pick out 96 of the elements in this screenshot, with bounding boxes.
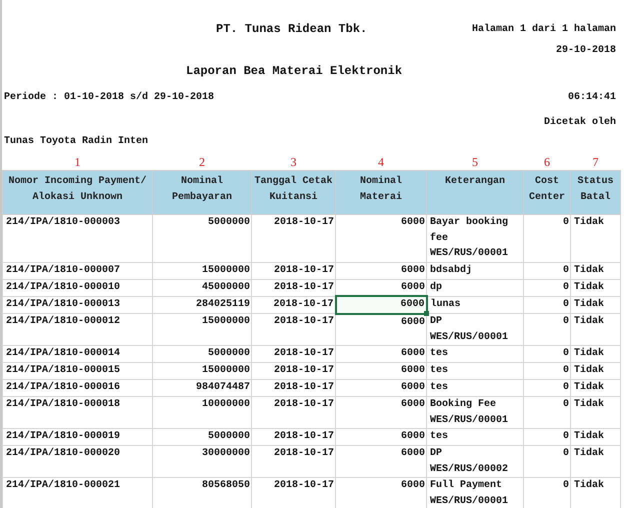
table-cell[interactable]: 15000000	[152, 314, 252, 346]
table-cell[interactable]: Tidak	[570, 396, 620, 428]
table-cell[interactable]: 5000000	[152, 428, 252, 446]
table-cell[interactable]: 6000	[336, 262, 426, 279]
table-cell[interactable]: 2018-10-17	[252, 279, 336, 296]
branch-name: Tunas Toyota Radin Inten	[4, 136, 148, 146]
table-cell[interactable]: 214/IPA/1810-000012	[2, 314, 152, 346]
table-cell[interactable]: 0	[524, 262, 570, 279]
table-cell[interactable]: tes	[426, 362, 524, 380]
report-date: 29-10-2018	[556, 44, 616, 56]
column-number: 6	[544, 155, 550, 169]
table-cell[interactable]: 0	[524, 296, 570, 314]
table-cell[interactable]: 214/IPA/1810-000015	[2, 362, 152, 380]
table-cell[interactable]: 0	[524, 380, 570, 396]
table-cell[interactable]: 6000	[336, 214, 426, 262]
table-cell[interactable]: tes	[426, 380, 524, 396]
column-header[interactable]: Nomor Incoming Payment/ Alokasi Unknown	[2, 170, 152, 214]
table-cell[interactable]: Tidak	[570, 314, 620, 346]
table-cell[interactable]: 214/IPA/1810-000021	[2, 478, 152, 508]
table-cell[interactable]: 15000000	[152, 262, 252, 279]
table-cell[interactable]: 214/IPA/1810-000016	[2, 380, 152, 396]
table-cell[interactable]: 6000	[336, 446, 426, 478]
table-cell[interactable]: 2018-10-17	[252, 214, 336, 262]
table-cell[interactable]: Tidak	[570, 428, 620, 446]
table-cell[interactable]: Tidak	[570, 296, 620, 314]
column-header[interactable]: Nominal Materai	[336, 170, 426, 214]
table-cell[interactable]: 5000000	[152, 346, 252, 362]
table-cell[interactable]: 0	[524, 279, 570, 296]
table-cell[interactable]: 0	[524, 214, 570, 262]
table-cell[interactable]: bdsabdj	[426, 262, 524, 279]
table-cell[interactable]: 0	[524, 314, 570, 346]
table-cell[interactable]: 15000000	[152, 362, 252, 380]
table-cell[interactable]: 6000	[336, 428, 426, 446]
table-cell[interactable]: Tidak	[570, 446, 620, 478]
column-header[interactable]: Cost Center	[524, 170, 570, 214]
table-cell[interactable]: 2018-10-17	[252, 446, 336, 478]
table-cell[interactable]: 6000	[336, 362, 426, 380]
table-cell[interactable]: lunas	[426, 296, 524, 314]
table-cell[interactable]: 2018-10-17	[252, 314, 336, 346]
table-cell[interactable]: Tidak	[570, 380, 620, 396]
table-cell[interactable]: Tidak	[570, 262, 620, 279]
column-number: 2	[199, 155, 205, 169]
selected-cell[interactable]: 6000	[336, 296, 426, 314]
table-cell[interactable]: 214/IPA/1810-000010	[2, 279, 152, 296]
table-cell[interactable]: 214/IPA/1810-000013	[2, 296, 152, 314]
table-cell[interactable]: tes	[426, 428, 524, 446]
column-number: 7	[592, 155, 598, 169]
table-cell[interactable]: Tidak	[570, 362, 620, 380]
table-cell[interactable]: Tidak	[570, 346, 620, 362]
column-number: 3	[290, 155, 296, 169]
table-cell[interactable]: DP WES/RUS/00002	[426, 446, 524, 478]
table-cell[interactable]: 6000	[336, 346, 426, 362]
table-cell[interactable]: dp	[426, 279, 524, 296]
table-cell[interactable]: 45000000	[152, 279, 252, 296]
column-number: 5	[472, 155, 478, 169]
table-cell[interactable]: Tidak	[570, 279, 620, 296]
table-cell[interactable]: tes	[426, 346, 524, 362]
table-cell[interactable]: 984074487	[152, 380, 252, 396]
table-cell[interactable]: 30000000	[152, 446, 252, 478]
company-name: PT. Tunas Ridean Tbk.	[216, 22, 368, 36]
table-cell[interactable]: 10000000	[152, 396, 252, 428]
table-cell[interactable]: 6000	[336, 396, 426, 428]
table-cell[interactable]: Tidak	[570, 214, 620, 262]
table-cell[interactable]: 214/IPA/1810-000014	[2, 346, 152, 362]
column-number: 4	[378, 155, 384, 169]
table-cell[interactable]: 5000000	[152, 214, 252, 262]
column-header[interactable]: Keterangan	[426, 170, 524, 214]
table-cell[interactable]: 2018-10-17	[252, 262, 336, 279]
table-cell[interactable]: 0	[524, 396, 570, 428]
report-title: Laporan Bea Materai Elektronik	[186, 64, 402, 78]
table-cell[interactable]: 2018-10-17	[252, 396, 336, 428]
printed-by-label: Dicetak oleh	[544, 116, 616, 128]
table-cell[interactable]: 2018-10-17	[252, 380, 336, 396]
table-cell[interactable]: 0	[524, 346, 570, 362]
page-info: Halaman 1 dari 1 halaman	[472, 24, 616, 34]
table-cell[interactable]: 0	[524, 362, 570, 380]
table-cell[interactable]: 214/IPA/1810-000018	[2, 396, 152, 428]
table-cell[interactable]: 214/IPA/1810-000020	[2, 446, 152, 478]
table-cell[interactable]: 6000	[336, 314, 426, 346]
table-cell[interactable]: 0	[524, 428, 570, 446]
column-number: 1	[74, 155, 80, 169]
report-time: 06:14:41	[568, 92, 616, 102]
fill-handle[interactable]	[424, 310, 428, 316]
table-cell[interactable]: 2018-10-17	[252, 362, 336, 380]
table-cell[interactable]: 284025119	[152, 296, 252, 314]
column-header[interactable]: Tanggal Cetak Kuitansi	[252, 170, 336, 214]
table-cell[interactable]: 2018-10-17	[252, 346, 336, 362]
table-cell[interactable]: 214/IPA/1810-000003	[2, 214, 152, 262]
table-cell[interactable]: 214/IPA/1810-000007	[2, 262, 152, 279]
table-cell[interactable]: 214/IPA/1810-000019	[2, 428, 152, 446]
table-cell[interactable]: 0	[524, 446, 570, 478]
column-header[interactable]: Nominal Pembayaran	[152, 170, 252, 214]
table-cell[interactable]: 6000	[336, 380, 426, 396]
period-text: Periode : 01-10-2018 s/d 29-10-2018	[4, 92, 214, 102]
column-header[interactable]: Status Batal	[570, 170, 620, 214]
table-cell[interactable]: 2018-10-17	[252, 428, 336, 446]
